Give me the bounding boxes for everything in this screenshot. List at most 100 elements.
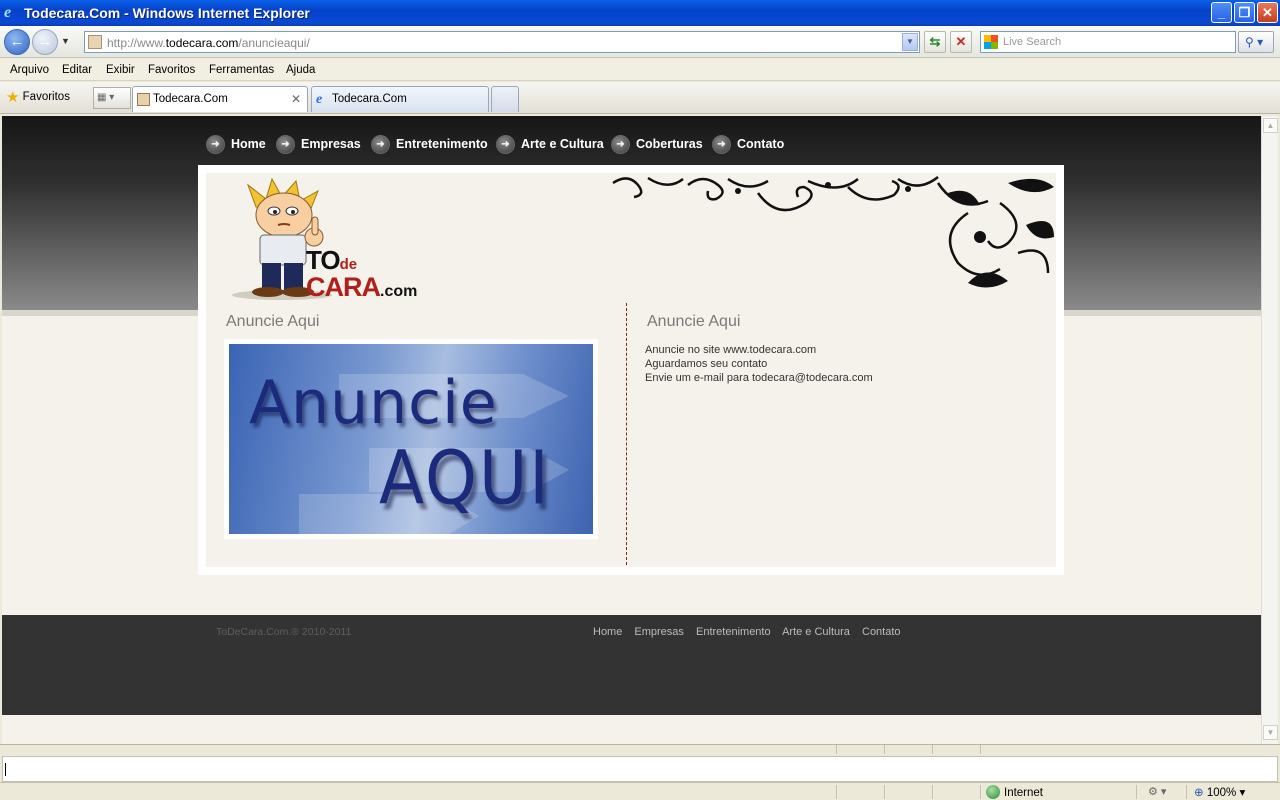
arrow-bullet-icon: ➜ xyxy=(496,135,515,155)
banner-line2: AQUI xyxy=(379,435,551,522)
refresh-button[interactable]: ⇆ xyxy=(924,31,946,53)
anuncie-aqui-banner: Anuncie AQUI xyxy=(229,344,593,534)
status-separator xyxy=(932,785,933,799)
status-bar-ghost xyxy=(0,744,1280,754)
ie-icon: e xyxy=(4,4,12,21)
address-url[interactable]: http://www.todecara.com/anuncieaqui/ xyxy=(107,36,310,50)
search-icon: ⚲ ▾ xyxy=(1245,35,1264,49)
status-separator xyxy=(836,745,837,754)
status-separator xyxy=(1136,785,1137,799)
footer-link-empresas[interactable]: Empresas xyxy=(634,626,684,638)
arrow-bullet-icon: ➜ xyxy=(712,135,731,155)
nav-entretenimento[interactable]: ➜ Entretenimento xyxy=(371,133,488,155)
status-bar: Internet ⚙ ▾ ⊕ 100% ▾ xyxy=(0,744,1280,800)
tab-todecara[interactable]: e Todecara.Com xyxy=(311,86,489,112)
floral-ornament xyxy=(612,176,1054,288)
status-separator xyxy=(1186,785,1187,799)
nav-empresas[interactable]: ➜ Empresas xyxy=(276,133,361,155)
restore-button[interactable]: ❐ xyxy=(1234,2,1255,23)
contact-text: Anuncie no site www.todecara.com Aguarda… xyxy=(645,343,873,385)
title-bar: e Todecara.Com - Windows Internet Explor… xyxy=(0,0,1280,26)
live-search-icon xyxy=(984,35,998,49)
ie-icon: e xyxy=(316,92,323,107)
page-viewport: ➜ Home ➜ Empresas ➜ Entretenimento ➜ Arte e … xyxy=(2,116,1261,744)
nav-arte-e-cultura[interactable]: ➜ Arte e Cultura xyxy=(496,133,604,155)
menu-bar: Arquivo Editar Exibir Favoritos Ferramen… xyxy=(0,59,1280,81)
site-favicon xyxy=(88,35,102,49)
menu-arquivo[interactable]: Arquivo xyxy=(10,64,49,76)
menu-favoritos[interactable]: Favoritos xyxy=(148,64,195,76)
zoom-icon: ⊕ xyxy=(1194,787,1207,799)
minimize-button[interactable]: _ xyxy=(1211,2,1232,23)
tab-label: Todecara.Com xyxy=(153,93,228,105)
status-separator xyxy=(980,745,981,754)
search-button[interactable]: ⚲ ▾ xyxy=(1238,31,1274,53)
back-arrow-icon: ← xyxy=(9,33,25,50)
site-logo[interactable]: TOde CARA.com xyxy=(226,177,452,303)
address-bar[interactable]: http://www.todecara.com/anuncieaqui/ ▼ xyxy=(84,31,920,53)
protected-mode-icon[interactable]: ⚙ ▾ xyxy=(1148,785,1166,798)
forward-button[interactable]: → xyxy=(32,29,58,55)
quick-tabs-button[interactable]: ▦ ▾ xyxy=(93,87,131,109)
nav-home[interactable]: ➜ Home xyxy=(206,133,266,155)
stop-icon: ✕ xyxy=(955,34,967,49)
status-separator xyxy=(836,785,837,799)
arrow-bullet-icon: ➜ xyxy=(371,135,390,155)
menu-ajuda[interactable]: Ajuda xyxy=(286,64,315,76)
scroll-down-icon[interactable]: ▼ xyxy=(1263,725,1278,740)
footer-link-contato[interactable]: Contato xyxy=(862,626,901,638)
status-separator xyxy=(980,785,981,799)
stop-button[interactable]: ✕ xyxy=(950,31,972,53)
new-tab-button[interactable] xyxy=(491,86,519,112)
tab-todecara-active[interactable]: Todecara.Com ✕ xyxy=(132,86,308,112)
right-heading: Anuncie Aqui xyxy=(647,313,741,330)
scroll-up-icon[interactable]: ▲ xyxy=(1263,118,1278,133)
footer-links: Home Empresas Entretenimento Arte e Cult… xyxy=(593,626,910,638)
address-dropdown-icon[interactable]: ▼ xyxy=(902,33,918,51)
nav-coberturas[interactable]: ➜ Coberturas xyxy=(611,133,703,155)
menu-exibir[interactable]: Exibir xyxy=(106,64,135,76)
arrow-bullet-icon: ➜ xyxy=(611,135,630,155)
left-heading: Anuncie Aqui xyxy=(226,313,320,330)
favorites-button[interactable]: ★ Favoritos xyxy=(6,88,70,106)
column-divider xyxy=(626,303,627,565)
ad-banner-frame[interactable]: Anuncie AQUI xyxy=(224,339,598,539)
content-box: TOde CARA.com Anuncie Aqui Anuncie AQUI … xyxy=(198,165,1064,575)
content-inner: TOde CARA.com Anuncie Aqui Anuncie AQUI … xyxy=(206,173,1056,567)
copyright: ToDeCara.Com.® 2010-2011 xyxy=(216,626,352,638)
security-zone[interactable]: Internet xyxy=(986,785,1043,799)
footer-link-entretenimento[interactable]: Entretenimento xyxy=(696,626,771,638)
status-panels: Internet ⚙ ▾ ⊕ 100% ▾ xyxy=(0,782,1280,800)
refresh-icon: ⇆ xyxy=(929,34,941,49)
status-separator xyxy=(884,785,885,799)
star-icon: ★ xyxy=(6,89,20,106)
status-separator xyxy=(932,745,933,754)
banner-line1: Anuncie xyxy=(249,368,498,438)
contact-line: Envie um e-mail para todecara@todecara.c… xyxy=(645,372,873,384)
menu-editar[interactable]: Editar xyxy=(62,64,92,76)
contact-line: Aguardamos seu contato xyxy=(645,358,768,370)
search-box[interactable]: Live Search xyxy=(980,31,1236,53)
nav-contato[interactable]: ➜ Contato xyxy=(712,133,784,155)
footer-link-arte-e-cultura[interactable]: Arte e Cultura xyxy=(782,626,850,638)
close-tab-icon[interactable]: ✕ xyxy=(291,92,301,106)
site-footer: ToDeCara.Com.® 2010-2011 Home Empresas E… xyxy=(2,615,1261,715)
back-button[interactable]: ← xyxy=(4,29,30,55)
menu-ferramentas[interactable]: Ferramentas xyxy=(209,64,274,76)
contact-line: Anuncie no site www.todecara.com xyxy=(645,344,817,356)
arrow-bullet-icon: ➜ xyxy=(206,135,225,155)
tab-label: Todecara.Com xyxy=(332,93,407,105)
logo-wordmark: TOde CARA.com xyxy=(306,245,418,302)
history-dropdown-icon[interactable]: ▼ xyxy=(61,36,70,46)
address-toolbar: ← → ▼ http://www.todecara.com/anuncieaqu… xyxy=(0,26,1280,58)
search-input[interactable]: Live Search xyxy=(1003,36,1061,48)
close-button[interactable]: ✕ xyxy=(1257,2,1278,23)
arrow-bullet-icon: ➜ xyxy=(276,135,295,155)
window-title: Todecara.Com - Windows Internet Explorer xyxy=(24,5,310,21)
tab-bar: ★ Favoritos ▦ ▾ Todecara.Com ✕ e Todecar… xyxy=(0,82,1280,114)
status-text-field[interactable] xyxy=(2,756,1278,782)
zoom-level[interactable]: ⊕ 100% ▾ xyxy=(1194,785,1245,799)
text-caret xyxy=(5,763,6,776)
footer-link-home[interactable]: Home xyxy=(593,626,622,638)
vertical-scrollbar[interactable]: ▲ ▼ xyxy=(1261,116,1278,744)
